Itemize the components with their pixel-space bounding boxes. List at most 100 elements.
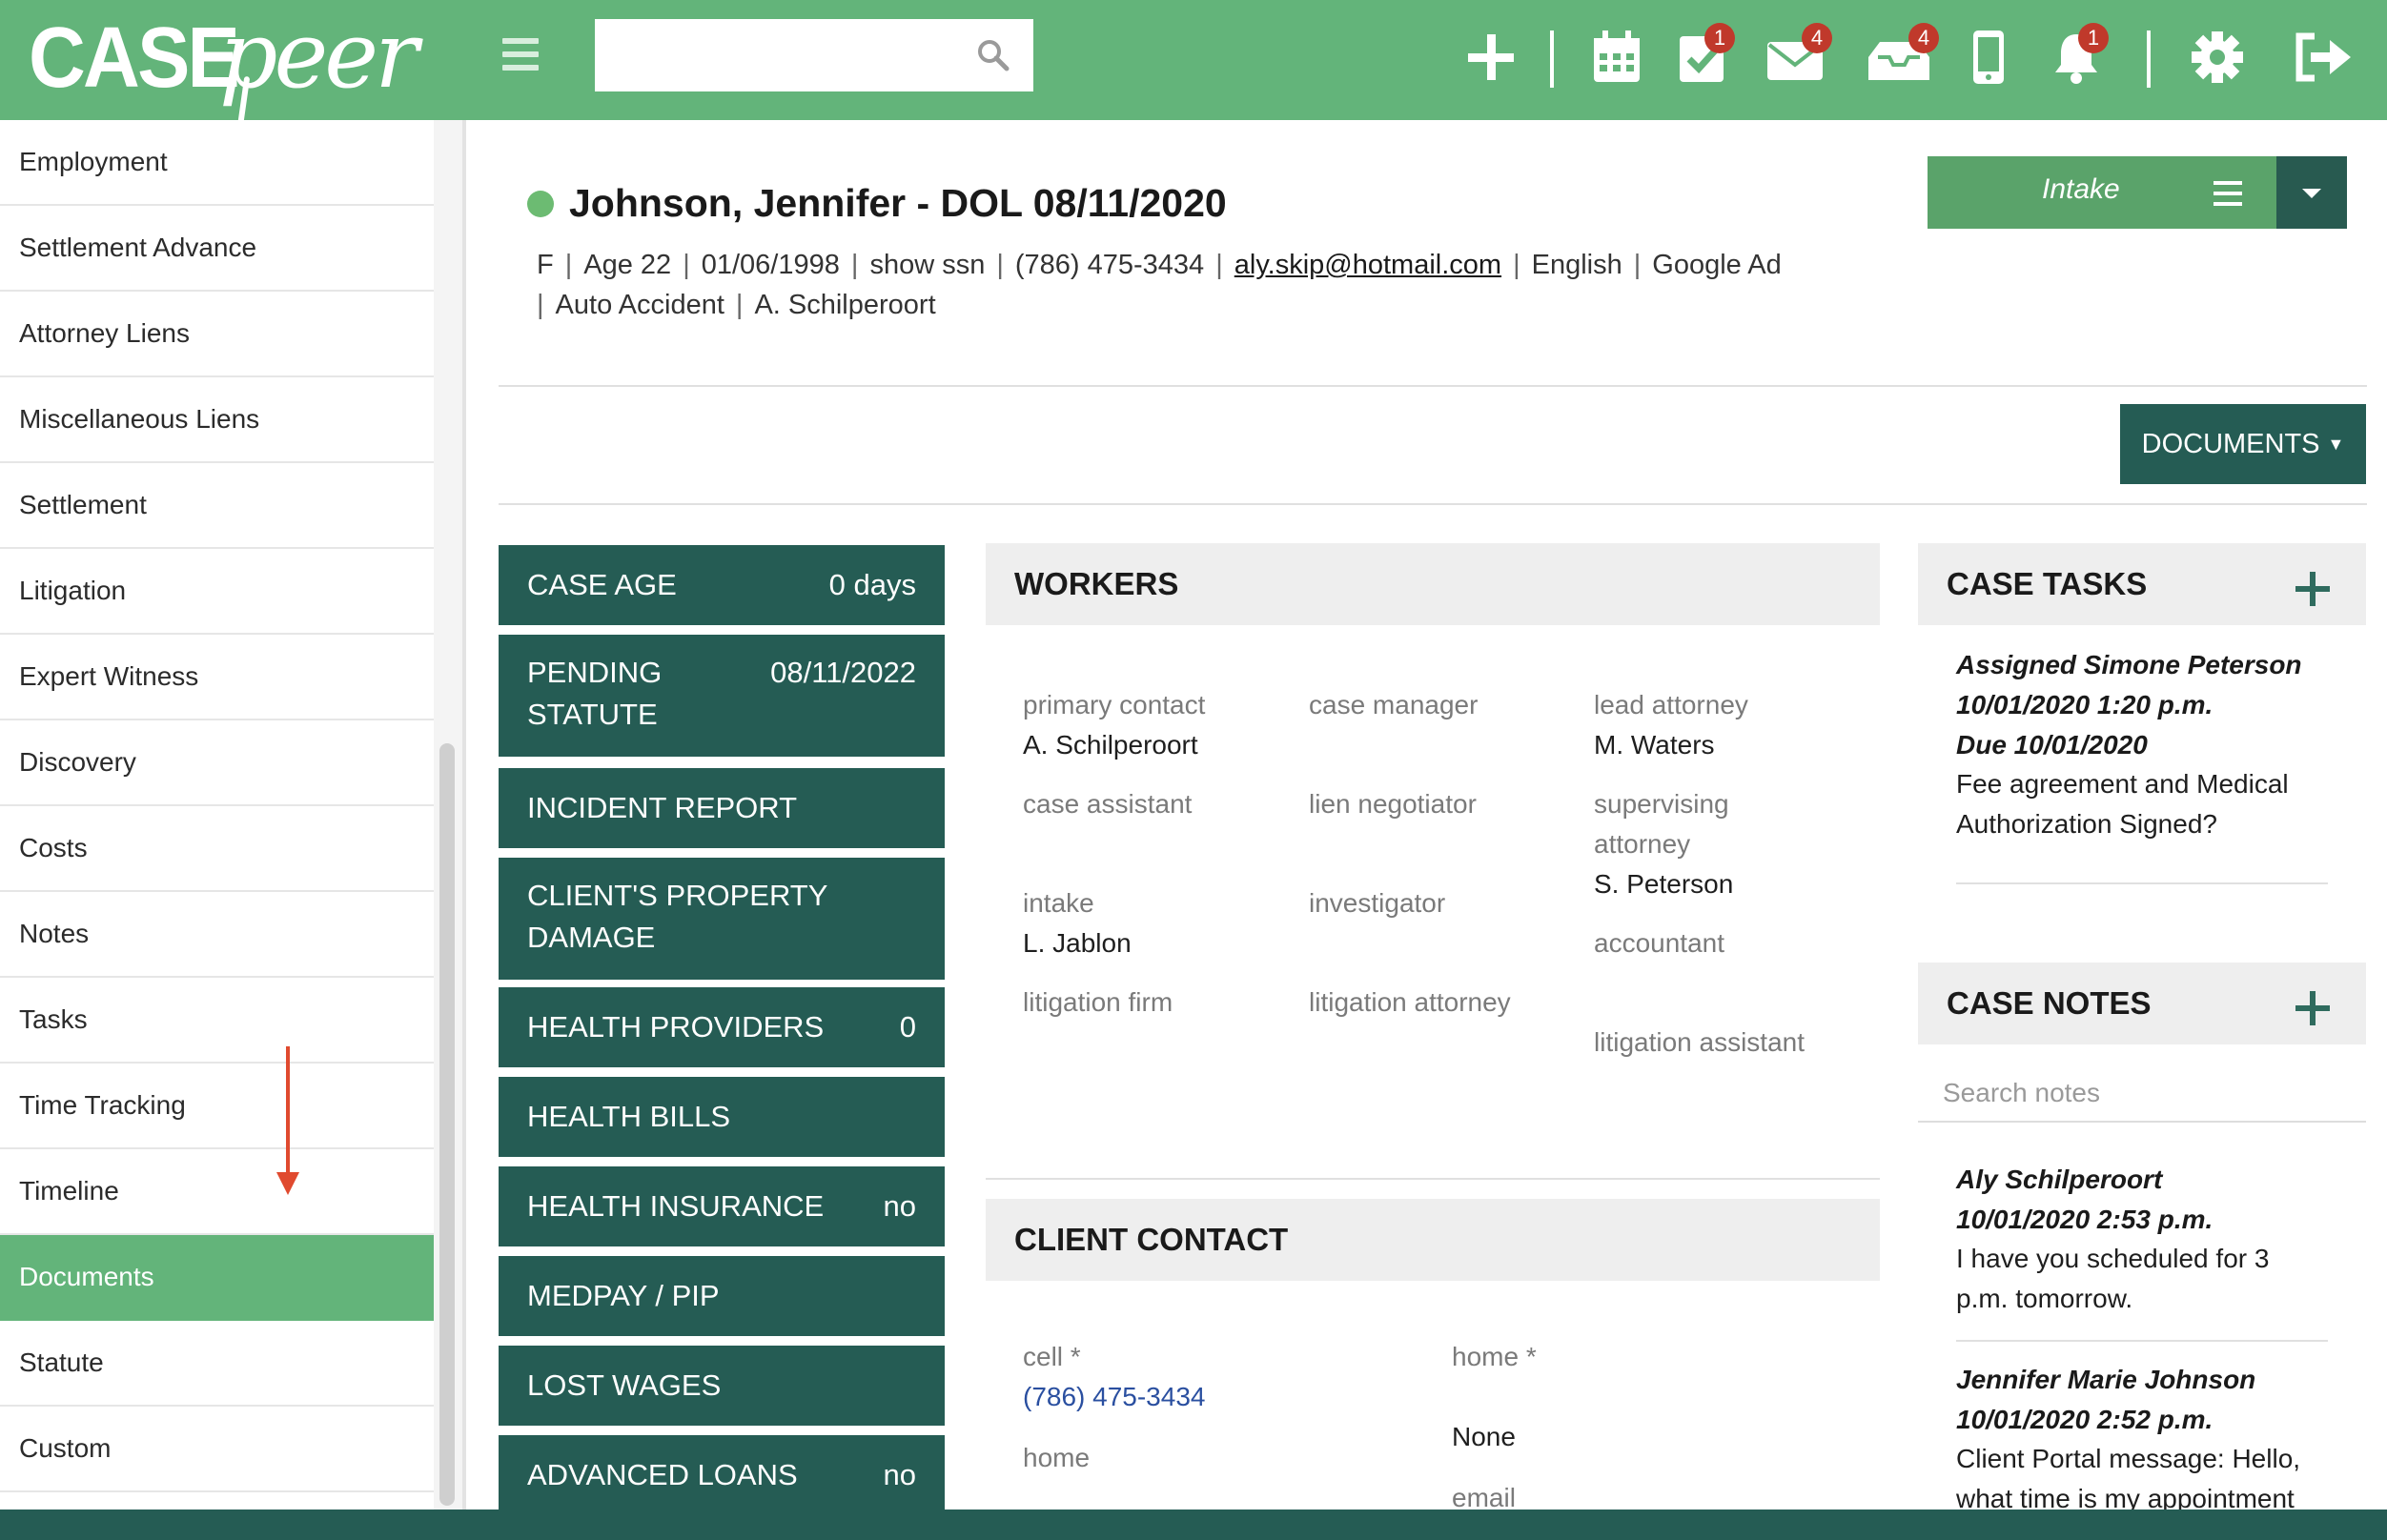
toolbar-separator: [1550, 30, 1554, 88]
workers-header: WORKERS: [986, 543, 1880, 625]
notifications-badge: 1: [2078, 23, 2109, 53]
sidebar-item-miscellaneous-liens[interactable]: Miscellaneous Liens: [0, 377, 434, 463]
calendar-icon[interactable]: [1590, 29, 1643, 86]
logo-case-text: CASE: [29, 10, 240, 106]
home-required-value: None: [1452, 1422, 1516, 1451]
supervising-attorney-value[interactable]: S. Peterson: [1594, 869, 1733, 900]
tile-label: CASE AGE: [527, 568, 677, 601]
task-date: 10/01/2020 1:20 p.m.: [1956, 690, 2214, 719]
sidebar-item-employment[interactable]: Employment: [0, 120, 434, 206]
tile-incident-report[interactable]: INCIDENT REPORT: [499, 768, 945, 848]
sidebar-item-settlement-advance[interactable]: Settlement Advance: [0, 206, 434, 292]
accountant-label: accountant: [1594, 928, 1724, 958]
chevron-down-icon[interactable]: [2276, 156, 2347, 229]
search-icon[interactable]: [976, 38, 1010, 72]
global-search: [595, 19, 1033, 91]
sidebar-item-tasks[interactable]: Tasks: [0, 978, 434, 1064]
sidebar-item-expert-witness[interactable]: Expert Witness: [0, 635, 434, 720]
tasks-badge: 1: [1704, 23, 1735, 53]
inbox-icon[interactable]: 4: [1865, 23, 1939, 86]
sidebar-item-litigation[interactable]: Litigation: [0, 549, 434, 635]
note-date: 10/01/2020 2:53 p.m.: [1956, 1205, 2214, 1234]
task-text-2[interactable]: Authorization Signed?: [1956, 804, 2217, 844]
intake-status-button[interactable]: Intake: [1928, 156, 2276, 229]
sidebar-item-costs[interactable]: Costs: [0, 806, 434, 892]
sidebar-item-label: Tasks: [19, 1004, 88, 1034]
tile-label: LOST WAGES: [527, 1368, 722, 1402]
logout-icon[interactable]: [2292, 29, 2355, 86]
sidebar-item-label: Settlement: [19, 490, 147, 519]
note-text-1[interactable]: Client Portal message: Hello,: [1956, 1439, 2300, 1479]
toolbar-separator: [2147, 30, 2151, 88]
sidebar-item-label: Documents: [19, 1262, 154, 1291]
tile-value: no: [883, 1458, 916, 1491]
tile-label: CLIENT'S PROPERTY: [527, 879, 828, 912]
primary-contact-value[interactable]: A. Schilperoort: [1023, 730, 1198, 760]
mail-badge: 4: [1802, 23, 1832, 53]
sidebar-item-label: Employment: [19, 147, 168, 176]
tile-pending[interactable]: PENDING STATUTE 08/11/2022: [499, 635, 945, 757]
tile-value: 0 days: [828, 568, 916, 601]
sidebar-item-label: Discovery: [19, 747, 136, 777]
show-ssn-link[interactable]: show ssn: [869, 250, 985, 280]
tile-advanced-loans[interactable]: ADVANCED LOANS no: [499, 1435, 945, 1515]
logo-peer-text: peer: [219, 2, 418, 109]
client-phone: (786) 475-3434: [1014, 250, 1205, 280]
sidebar-item-attorney-liens[interactable]: Attorney Liens: [0, 292, 434, 377]
sidebar-item-label: Notes: [19, 919, 90, 948]
sidebar-item-label: Timeline: [19, 1176, 119, 1206]
intake-menu-icon: [2214, 181, 2242, 213]
tile-health-bills[interactable]: HEALTH BILLS: [499, 1077, 945, 1157]
tasks-icon[interactable]: 1: [1676, 23, 1735, 86]
notes-search-input[interactable]: [1918, 1065, 2366, 1123]
case-notes-title: CASE NOTES: [1947, 985, 2152, 1021]
note-divider: [1956, 1340, 2328, 1342]
sidebar-item-settlement[interactable]: Settlement: [0, 463, 434, 549]
cell-phone-link[interactable]: (786) 475-3434: [1023, 1382, 1205, 1412]
sidebar-item-label: Costs: [19, 833, 88, 862]
add-note-plus-icon[interactable]: [2295, 991, 2330, 1025]
sidebar-item-statute[interactable]: Statute: [0, 1321, 434, 1407]
caret-down-icon: ▼: [2327, 434, 2345, 454]
tile-medpay-pip[interactable]: MEDPAY / PIP: [499, 1256, 945, 1336]
tile-client-s-property[interactable]: CLIENT'S PROPERTY DAMAGE: [499, 858, 945, 980]
tile-label: PENDING: [527, 656, 663, 689]
sidebar-item-custom[interactable]: Custom: [0, 1407, 434, 1492]
client-meta-line-1: F | Age 22 | 01/06/1998 | show ssn | (786) 475-3…: [537, 250, 1782, 280]
toolbar-divider: [499, 503, 2367, 505]
tile-label-line-2: DAMAGE: [527, 921, 656, 954]
case-status-dot: [527, 191, 554, 217]
client-email-link[interactable]: aly.skip@hotmail.com: [1234, 250, 1501, 280]
case-tasks-title: CASE TASKS: [1947, 566, 2148, 601]
note-date: 10/01/2020 2:52 p.m.: [1956, 1405, 2214, 1434]
add-icon[interactable]: [1464, 29, 1518, 86]
tile-case-age[interactable]: CASE AGE 0 days: [499, 545, 945, 625]
task-text-1[interactable]: Fee agreement and Medical: [1956, 764, 2289, 804]
global-search-input[interactable]: [595, 19, 957, 91]
tile-health-providers[interactable]: HEALTH PROVIDERS 0: [499, 987, 945, 1067]
notifications-bell-icon[interactable]: 1: [2050, 23, 2109, 86]
client-dob: 01/06/1998: [701, 250, 840, 280]
intake-worker-value[interactable]: L. Jablon: [1023, 928, 1132, 959]
case-assistant-label: case assistant: [1023, 789, 1193, 819]
tile-lost-wages[interactable]: LOST WAGES: [499, 1346, 945, 1426]
case-type: Auto Accident: [555, 290, 724, 320]
note-text-2[interactable]: p.m. tomorrow.: [1956, 1279, 2132, 1319]
mail-icon[interactable]: 4: [1765, 23, 1832, 86]
add-task-plus-icon[interactable]: [2295, 572, 2330, 606]
sidebar-item-documents[interactable]: Documents: [0, 1235, 434, 1321]
menu-hamburger-icon[interactable]: [502, 38, 539, 71]
gear-icon[interactable]: [2191, 29, 2244, 86]
tile-value: no: [883, 1189, 916, 1223]
sidebar-scrollbar-thumb[interactable]: [439, 743, 455, 1506]
sidebar-item-discovery[interactable]: Discovery: [0, 720, 434, 806]
documents-dropdown-button[interactable]: DOCUMENTS ▼: [2120, 404, 2366, 484]
sidebar-item-timeline[interactable]: Timeline: [0, 1149, 434, 1235]
sidebar-item-notes[interactable]: Notes: [0, 892, 434, 978]
tile-health-insurance[interactable]: HEALTH INSURANCE no: [499, 1166, 945, 1246]
mobile-phone-icon[interactable]: [1969, 29, 2008, 86]
sidebar-divider: [462, 120, 466, 1510]
note-text-1[interactable]: I have you scheduled for 3: [1956, 1239, 2269, 1279]
lead-attorney-value[interactable]: M. Waters: [1594, 730, 1715, 760]
sidebar-item-time-tracking[interactable]: Time Tracking: [0, 1064, 434, 1149]
